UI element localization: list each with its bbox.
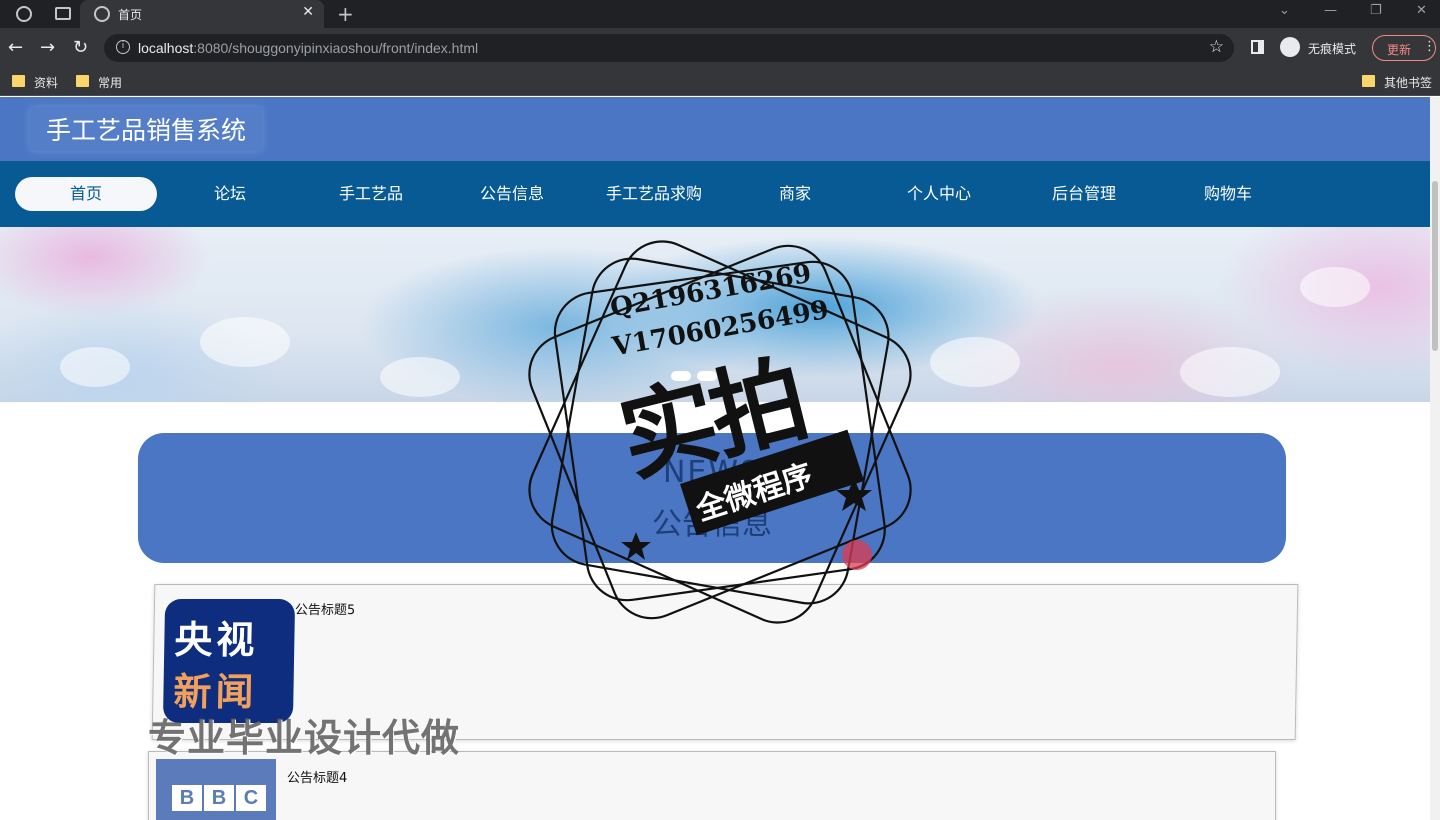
site-title: 手工艺品销售系统 xyxy=(30,107,263,151)
address-bar[interactable]: i localhost:8080/shouggonyipinxiaoshou/f… xyxy=(104,34,1234,62)
page-scrollbar[interactable] xyxy=(1430,97,1440,820)
bbc-letter: C xyxy=(236,785,266,811)
nav-item-home[interactable]: 首页 xyxy=(15,177,157,211)
globe-icon[interactable] xyxy=(16,6,32,22)
news-card-title[interactable]: 公告标题4 xyxy=(287,767,347,786)
reload-icon[interactable]: ↻ xyxy=(73,38,88,58)
back-icon[interactable]: ← xyxy=(8,38,23,58)
incognito-label: 无痕模式 xyxy=(1308,42,1357,56)
browser-tab-strip: 首页 ✕ + ⌄ — ❐ ✕ xyxy=(0,0,1440,28)
close-window-icon[interactable]: ✕ xyxy=(1416,3,1427,18)
bookmark-folder-changyong[interactable]: 常用 xyxy=(76,74,122,91)
watermark-text: 专业毕业设计代做 xyxy=(148,716,461,760)
minimize-icon[interactable]: — xyxy=(1324,3,1337,18)
new-tab-icon[interactable]: + xyxy=(337,2,354,26)
main-nav: 首页 论坛 手工艺品 公告信息 手工艺品求购 商家 个人中心 后台管理 购物车 xyxy=(0,161,1430,227)
browser-tab[interactable]: 首页 ✕ xyxy=(80,0,324,28)
thumb-text: 央视 xyxy=(174,618,259,662)
chevron-down-icon[interactable]: ⌄ xyxy=(1279,3,1290,18)
bbc-letter: B xyxy=(172,785,202,811)
mouse-cursor-highlight xyxy=(842,540,872,570)
globe-icon xyxy=(94,6,110,22)
nav-item-merchants[interactable]: 商家 xyxy=(724,177,866,211)
nav-item-craft-requests[interactable]: 手工艺品求购 xyxy=(583,177,725,211)
tab-search-icon[interactable] xyxy=(55,7,71,20)
side-panel-icon[interactable] xyxy=(1251,40,1264,54)
close-tab-icon[interactable]: ✕ xyxy=(302,4,314,20)
restore-icon[interactable]: ❐ xyxy=(1370,3,1382,18)
news-thumbnail: B B C xyxy=(156,759,276,820)
nav-item-crafts[interactable]: 手工艺品 xyxy=(300,177,442,211)
nav-item-cart[interactable]: 购物车 xyxy=(1157,177,1299,211)
kebab-menu-icon[interactable]: ⋮ xyxy=(1423,39,1436,54)
bookmark-star-icon[interactable]: ☆ xyxy=(1209,37,1224,57)
nav-item-admin[interactable]: 后台管理 xyxy=(1013,177,1155,211)
other-bookmarks[interactable]: 其他书签 xyxy=(1362,74,1432,91)
bookmarks-bar: 资料 常用 其他书签 xyxy=(0,68,1440,96)
nav-item-announcements[interactable]: 公告信息 xyxy=(441,177,583,211)
news-card-title[interactable]: 公告标题5 xyxy=(295,599,356,618)
nav-item-forum[interactable]: 论坛 xyxy=(159,177,301,211)
browser-toolbar: ← → ↻ i localhost:8080/shouggonyipinxiao… xyxy=(0,28,1440,68)
news-thumbnail: 央视 新闻 xyxy=(162,599,296,723)
site-header: 手工艺品销售系统 xyxy=(0,97,1430,161)
bbc-letter: B xyxy=(204,785,234,811)
nav-item-profile[interactable]: 个人中心 xyxy=(868,177,1010,211)
scrollbar-thumb[interactable] xyxy=(1432,181,1438,351)
update-button[interactable]: 更新 ⋮ xyxy=(1372,35,1436,61)
bookmark-folder-ziliao[interactable]: 资料 xyxy=(12,74,58,91)
info-icon[interactable]: i xyxy=(116,40,130,54)
forward-icon[interactable]: → xyxy=(40,38,55,58)
update-label: 更新 xyxy=(1387,43,1412,57)
url-text[interactable]: localhost:8080/shouggonyipinxiaoshou/fro… xyxy=(138,40,478,56)
tab-title: 首页 xyxy=(118,8,143,22)
incognito-icon[interactable] xyxy=(1280,37,1300,57)
